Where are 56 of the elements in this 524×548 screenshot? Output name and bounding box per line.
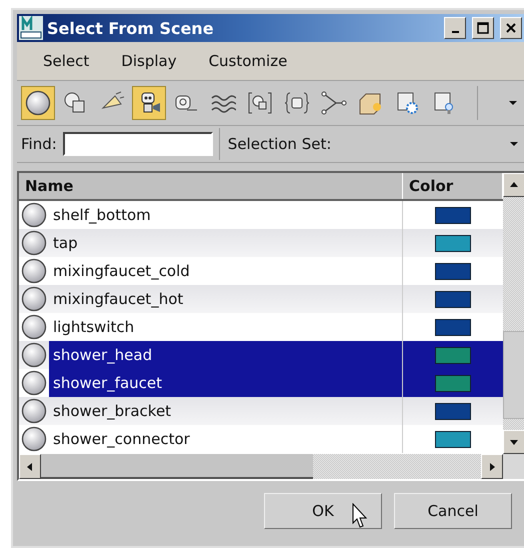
find-label: Find: — [21, 135, 57, 153]
sphere-icon — [21, 426, 47, 452]
column-header[interactable]: Name — [19, 173, 403, 199]
sphere-icon — [21, 202, 47, 228]
selection-set-dropdown[interactable]: Selection Set: — [218, 128, 524, 160]
down-arrow-icon — [510, 438, 518, 446]
menu-item[interactable]: Customize — [194, 48, 302, 74]
scrollbar-thumb[interactable] — [503, 331, 524, 419]
app-logo-icon — [19, 16, 43, 40]
vertical-scrollbar[interactable] — [503, 173, 524, 454]
sphere-icon — [21, 398, 47, 424]
sphere-icon — [21, 370, 47, 396]
braces-icon — [284, 90, 310, 116]
object-row[interactable]: shower_head — [19, 341, 503, 369]
scroll-down-button[interactable] — [503, 430, 524, 454]
scroll-right-button[interactable] — [481, 454, 503, 479]
ok-button[interactable]: OK — [264, 493, 382, 529]
object-name: shower_faucet — [49, 369, 403, 397]
toolbar-button[interactable] — [132, 86, 166, 120]
sphere-icon — [21, 314, 47, 340]
page-gear-icon — [395, 90, 421, 116]
minimize-button[interactable] — [444, 17, 466, 39]
window-title: Select From Scene — [47, 18, 215, 38]
toolbar-button[interactable] — [21, 86, 55, 120]
left-arrow-icon — [26, 462, 34, 470]
object-row[interactable]: mixingfaucet_hot — [19, 285, 503, 313]
object-row[interactable]: shower_bracket — [19, 397, 503, 425]
close-icon — [505, 22, 517, 34]
mouse-pointer-icon — [352, 503, 368, 529]
maximize-icon — [477, 22, 489, 34]
object-row[interactable]: shower_faucet — [19, 369, 503, 397]
sphere-icon — [21, 286, 47, 312]
cancel-button[interactable]: Cancel — [394, 493, 512, 529]
close-button[interactable] — [500, 17, 522, 39]
maximize-button[interactable] — [472, 17, 494, 39]
menu-item[interactable]: Display — [107, 48, 191, 74]
scroll-left-button[interactable] — [19, 454, 41, 479]
sphere-icon — [21, 258, 47, 284]
minimize-icon — [452, 31, 458, 33]
scrollbar-thumb[interactable] — [41, 454, 313, 479]
bracketed-shapes-icon — [247, 90, 273, 116]
find-field[interactable] — [62, 132, 213, 156]
horizontal-scrollbar[interactable] — [19, 454, 503, 479]
sphere-icon — [21, 342, 47, 368]
branch-icon — [321, 90, 347, 116]
up-arrow-icon — [510, 181, 518, 189]
object-row[interactable]: tap — [19, 229, 503, 257]
object-name: shower_connector — [49, 425, 403, 453]
right-arrow-icon — [488, 462, 496, 470]
menu-item[interactable]: Select — [29, 48, 104, 74]
dropdown-arrow-icon — [509, 99, 517, 107]
sphere-icon — [21, 230, 47, 256]
scroll-up-button[interactable] — [503, 173, 524, 197]
dropdown-arrow-icon — [510, 140, 518, 148]
object-name: shower_head — [49, 341, 403, 369]
sphere-icon — [25, 90, 51, 116]
